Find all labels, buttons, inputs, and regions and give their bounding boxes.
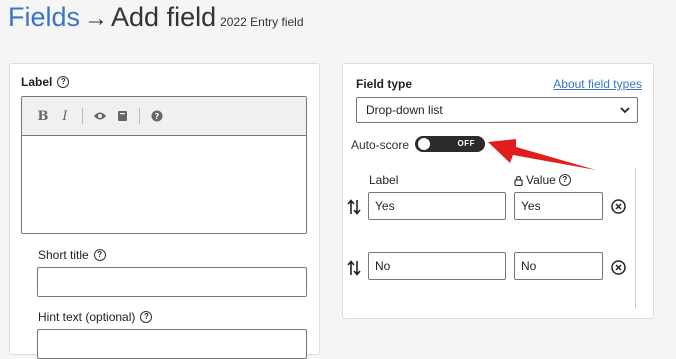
label-heading: Label ? [21,75,70,89]
option-value-input[interactable]: Yes [514,192,603,220]
option-label-input[interactable]: Yes [368,192,506,220]
option-value-input[interactable]: No [514,252,603,280]
page-heading: Fields → Add field 2022 Entry field [8,2,304,42]
option-label-value: Yes [375,199,395,213]
option-value-header: Value ? [514,173,571,187]
lock-icon [514,175,523,186]
label-rich-text-editor: B I ? [21,96,307,234]
field-type-selected: Drop-down list [366,103,443,117]
svg-text:?: ? [155,112,160,121]
label-panel: Label ? B I ? Short title ? Hint text (o… [9,63,320,359]
reorder-icon[interactable] [347,260,361,276]
page-subtitle: 2022 Entry field [220,15,304,29]
help-icon[interactable]: ? [57,76,70,88]
toggle-knob [418,138,430,150]
label-heading-text: Label [21,75,53,89]
hint-text-label-text: Hint text (optional) [38,310,136,324]
preview-eye-icon[interactable] [89,105,111,127]
option-value-value: No [521,259,537,273]
editor-content-area[interactable] [22,136,306,233]
short-title-label: Short title ? [38,248,106,262]
help-icon[interactable]: ? [146,105,168,127]
toggle-state-text: OFF [457,139,475,148]
option-value-value: Yes [521,199,541,213]
options-scroll-edge [635,168,636,308]
field-type-label: Field type [356,77,413,91]
option-label-input[interactable]: No [368,252,506,280]
fields-breadcrumb-link[interactable]: Fields [8,2,80,32]
breadcrumb-arrow: → [84,5,109,32]
book-icon[interactable] [111,105,133,127]
remove-option-icon[interactable] [611,199,626,214]
annotation-arrow [488,139,596,170]
remove-option-icon[interactable] [611,260,626,275]
short-title-label-text: Short title [38,248,89,262]
reorder-icon[interactable] [347,199,361,215]
auto-score-toggle[interactable]: OFF [415,136,485,152]
option-label-value: No [375,259,391,273]
editor-toolbar: B I ? [22,97,306,136]
toolbar-divider [82,108,83,124]
help-icon[interactable]: ? [140,311,153,323]
help-icon[interactable]: ? [93,249,106,261]
field-type-panel: Field type About field types Drop-down l… [342,63,654,319]
hint-text-label: Hint text (optional) ? [38,310,153,324]
field-type-select[interactable]: Drop-down list [356,97,638,123]
italic-button[interactable]: I [54,105,76,127]
auto-score-label: Auto-score [351,138,410,152]
page-title: Add field [111,2,217,32]
option-label-header: Label [369,173,399,187]
short-title-input[interactable] [37,267,307,297]
toolbar-divider [139,108,140,124]
about-field-types-link[interactable]: About field types [553,77,642,91]
help-icon[interactable]: ? [558,174,571,186]
chevron-down-icon [620,107,630,114]
hint-text-input[interactable] [37,329,307,359]
value-header-text: Value [526,173,556,187]
bold-button[interactable]: B [32,105,54,127]
